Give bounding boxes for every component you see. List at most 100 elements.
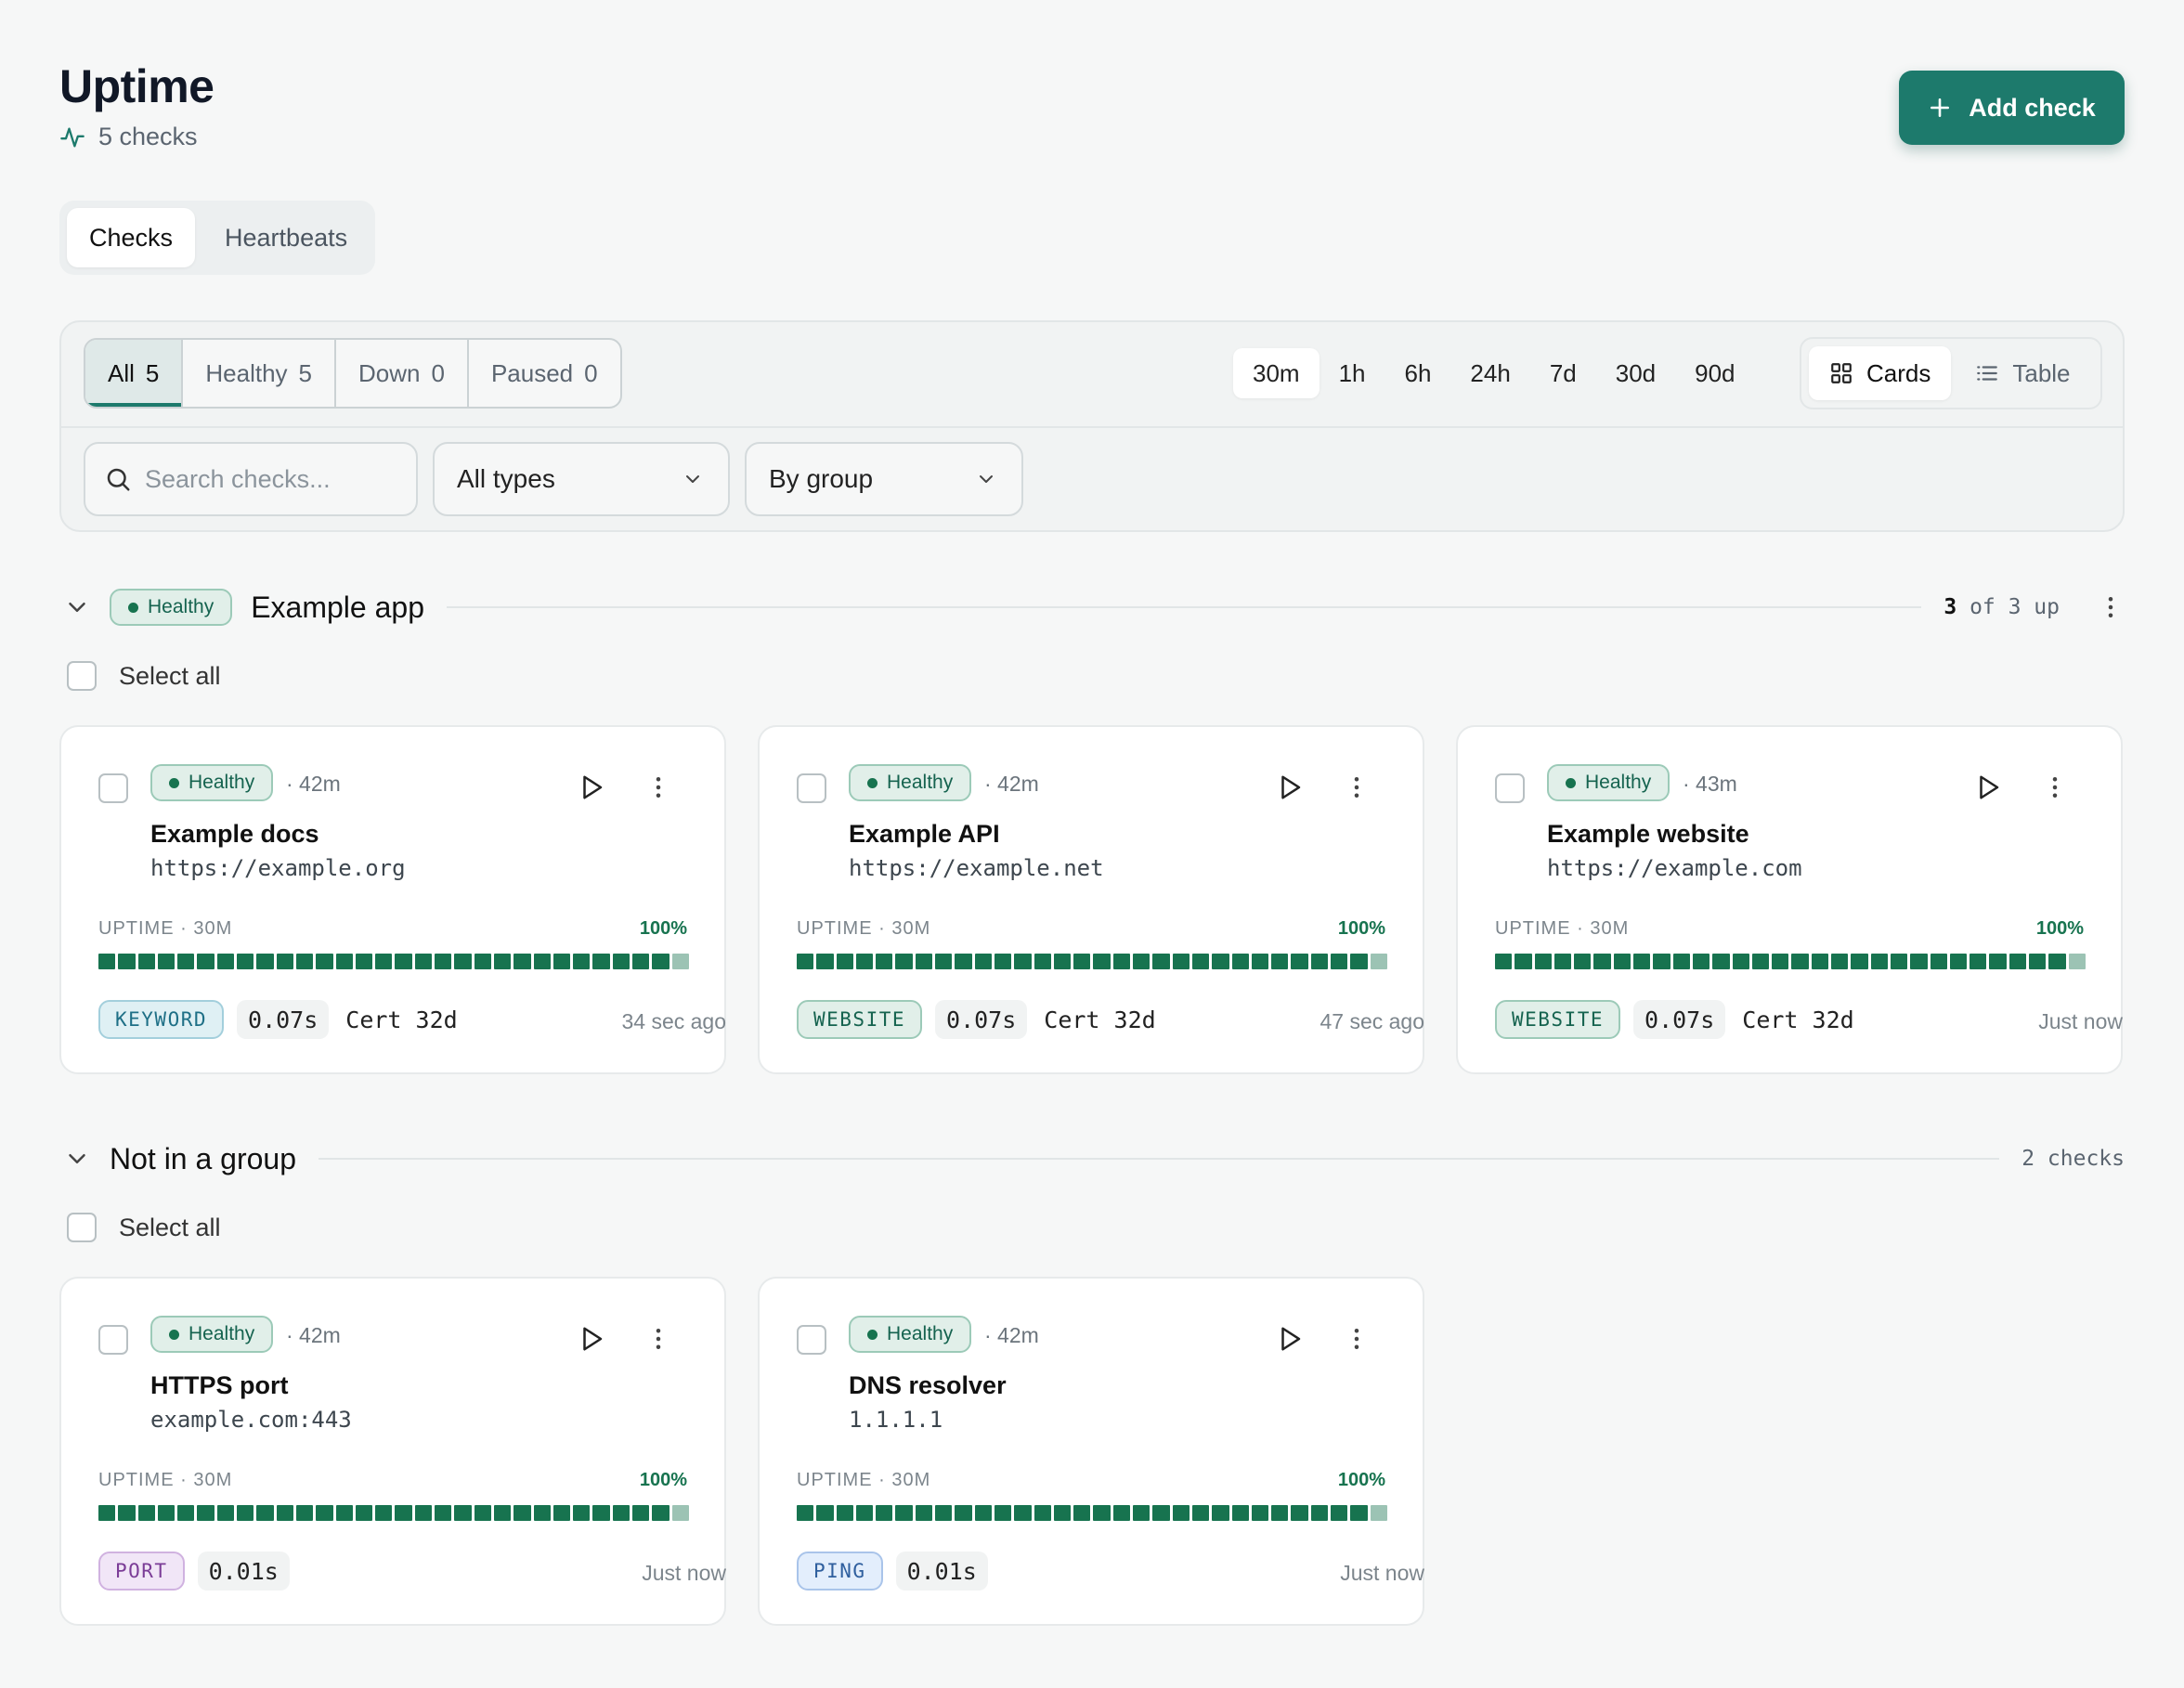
range-24h[interactable]: 24h [1450, 348, 1529, 398]
uptime-segment [237, 1505, 254, 1521]
uptime-segment [1152, 954, 1170, 969]
check-card[interactable]: Healthy · 42m DNS resolver 1.1.1.1 UPTIME · … [758, 1277, 1424, 1626]
response-time: 0.01s [197, 1552, 290, 1591]
check-checkbox[interactable] [797, 1325, 826, 1355]
check-name[interactable]: Example docs [150, 820, 319, 849]
check-name[interactable]: DNS resolver [849, 1371, 1007, 1400]
uptime-segment [1231, 1505, 1249, 1521]
more-vertical-icon[interactable] [1343, 1325, 1371, 1353]
uptime-segment [974, 954, 992, 969]
check-name[interactable]: Example website [1547, 820, 1749, 849]
uptime-segment [612, 1505, 630, 1521]
more-vertical-icon[interactable] [2041, 773, 2069, 801]
grid-icon [1829, 361, 1853, 385]
uptime-segment [454, 954, 472, 969]
more-vertical-icon[interactable] [2097, 593, 2125, 621]
more-vertical-icon[interactable] [644, 773, 672, 801]
select-all-checkbox[interactable] [67, 1213, 97, 1242]
uptime-label: UPTIME · 30M [797, 918, 931, 939]
uptime-segment [895, 954, 913, 969]
check-checkbox[interactable] [797, 773, 826, 803]
uptime-segment [1910, 954, 1928, 969]
chevron-down-icon[interactable] [63, 1145, 91, 1173]
uptime-segment [1112, 954, 1131, 969]
uptime-segment [1870, 954, 1888, 969]
play-icon[interactable] [1276, 773, 1304, 801]
tab-heartbeats[interactable]: Heartbeats [202, 208, 370, 267]
last-checked: Just now [1340, 1561, 1424, 1585]
uptime-segment [915, 954, 933, 969]
uptime-segment [573, 1505, 591, 1521]
more-vertical-icon[interactable] [1343, 773, 1371, 801]
filter-count: 5 [145, 358, 160, 387]
group-select[interactable]: By group [745, 442, 1023, 516]
check-card[interactable]: Healthy · 43m Example website https://examp… [1456, 725, 2123, 1074]
uptime-segment [355, 1505, 373, 1521]
check-target: https://example.com [1547, 855, 1802, 881]
uptime-segment [836, 954, 853, 969]
search-input[interactable] [145, 464, 386, 494]
uptime-segment [1271, 954, 1289, 969]
check-checkbox[interactable] [1495, 773, 1525, 803]
status-label: Healthy [148, 596, 214, 617]
group-divider [318, 1158, 2000, 1160]
uptime-segment [1712, 954, 1730, 969]
range-30m[interactable]: 30m [1233, 348, 1320, 398]
filter-down[interactable]: Down 0 [336, 340, 469, 407]
select-all[interactable]: Select all [67, 1213, 221, 1242]
uptime-segment [1034, 1505, 1051, 1521]
check-name[interactable]: Example API [849, 820, 1000, 849]
uptime-segment [157, 1505, 176, 1521]
uptime-segment [552, 954, 571, 969]
view-table-button[interactable]: Table [1955, 346, 2090, 400]
range-30d[interactable]: 30d [1596, 348, 1675, 398]
check-checkbox[interactable] [98, 1325, 128, 1355]
status-dot [867, 777, 878, 788]
filter-paused[interactable]: Paused 0 [469, 340, 620, 407]
play-icon[interactable] [578, 1325, 605, 1353]
range-90d[interactable]: 90d [1675, 348, 1754, 398]
uptime-segment [514, 1505, 531, 1521]
check-card[interactable]: Healthy · 42m Example docs https://example.… [59, 725, 726, 1074]
play-icon[interactable] [1974, 773, 2002, 801]
range-1h[interactable]: 1h [1320, 348, 1385, 398]
range-7d[interactable]: 7d [1530, 348, 1596, 398]
uptime-segment [1370, 1505, 1387, 1521]
uptime-segment [1172, 1505, 1190, 1521]
more-vertical-icon[interactable] [644, 1325, 672, 1353]
uptime-segment [1053, 954, 1072, 969]
group-header: Healthy Example app 3 of 3 up [59, 585, 2125, 630]
uptime-segment [137, 1505, 155, 1521]
add-check-label: Add check [1969, 93, 2096, 122]
uptime-segment [915, 1505, 933, 1521]
status-dot [867, 1329, 878, 1340]
uptime-segment [1291, 1505, 1308, 1521]
tab-checks[interactable]: Checks [67, 208, 196, 267]
check-name[interactable]: HTTPS port [150, 1371, 289, 1400]
filter-healthy[interactable]: Healthy 5 [183, 340, 336, 407]
type-select[interactable]: All types [433, 442, 730, 516]
check-card[interactable]: Healthy · 42m Example API https://example.n… [758, 725, 1424, 1074]
select-all-checkbox[interactable] [67, 661, 97, 691]
uptime-segment [1014, 954, 1032, 969]
status-badge: Healthy [849, 1316, 972, 1353]
check-checkbox[interactable] [98, 773, 128, 803]
select-all[interactable]: Select all [67, 661, 221, 691]
view-cards-button[interactable]: Cards [1809, 346, 1952, 400]
uptime-segment [316, 954, 333, 969]
status-badge: Healthy [1547, 764, 1670, 801]
chevron-down-icon [975, 468, 997, 490]
uptime-segment [1133, 1505, 1150, 1521]
filter-all[interactable]: All 5 [85, 340, 184, 407]
uptime-segment [2068, 954, 2086, 969]
uptime-segment [414, 954, 433, 969]
range-6h[interactable]: 6h [1385, 348, 1451, 398]
group-divider [446, 606, 1922, 608]
play-icon[interactable] [1276, 1325, 1304, 1353]
play-icon[interactable] [578, 773, 605, 801]
select-all-label: Select all [119, 661, 221, 690]
add-check-button[interactable]: Add check [1899, 71, 2125, 145]
chevron-down-icon[interactable] [63, 593, 91, 621]
view-table-label: Table [2012, 358, 2071, 387]
check-card[interactable]: Healthy · 42m HTTPS port example.com:443 UPT… [59, 1277, 726, 1626]
